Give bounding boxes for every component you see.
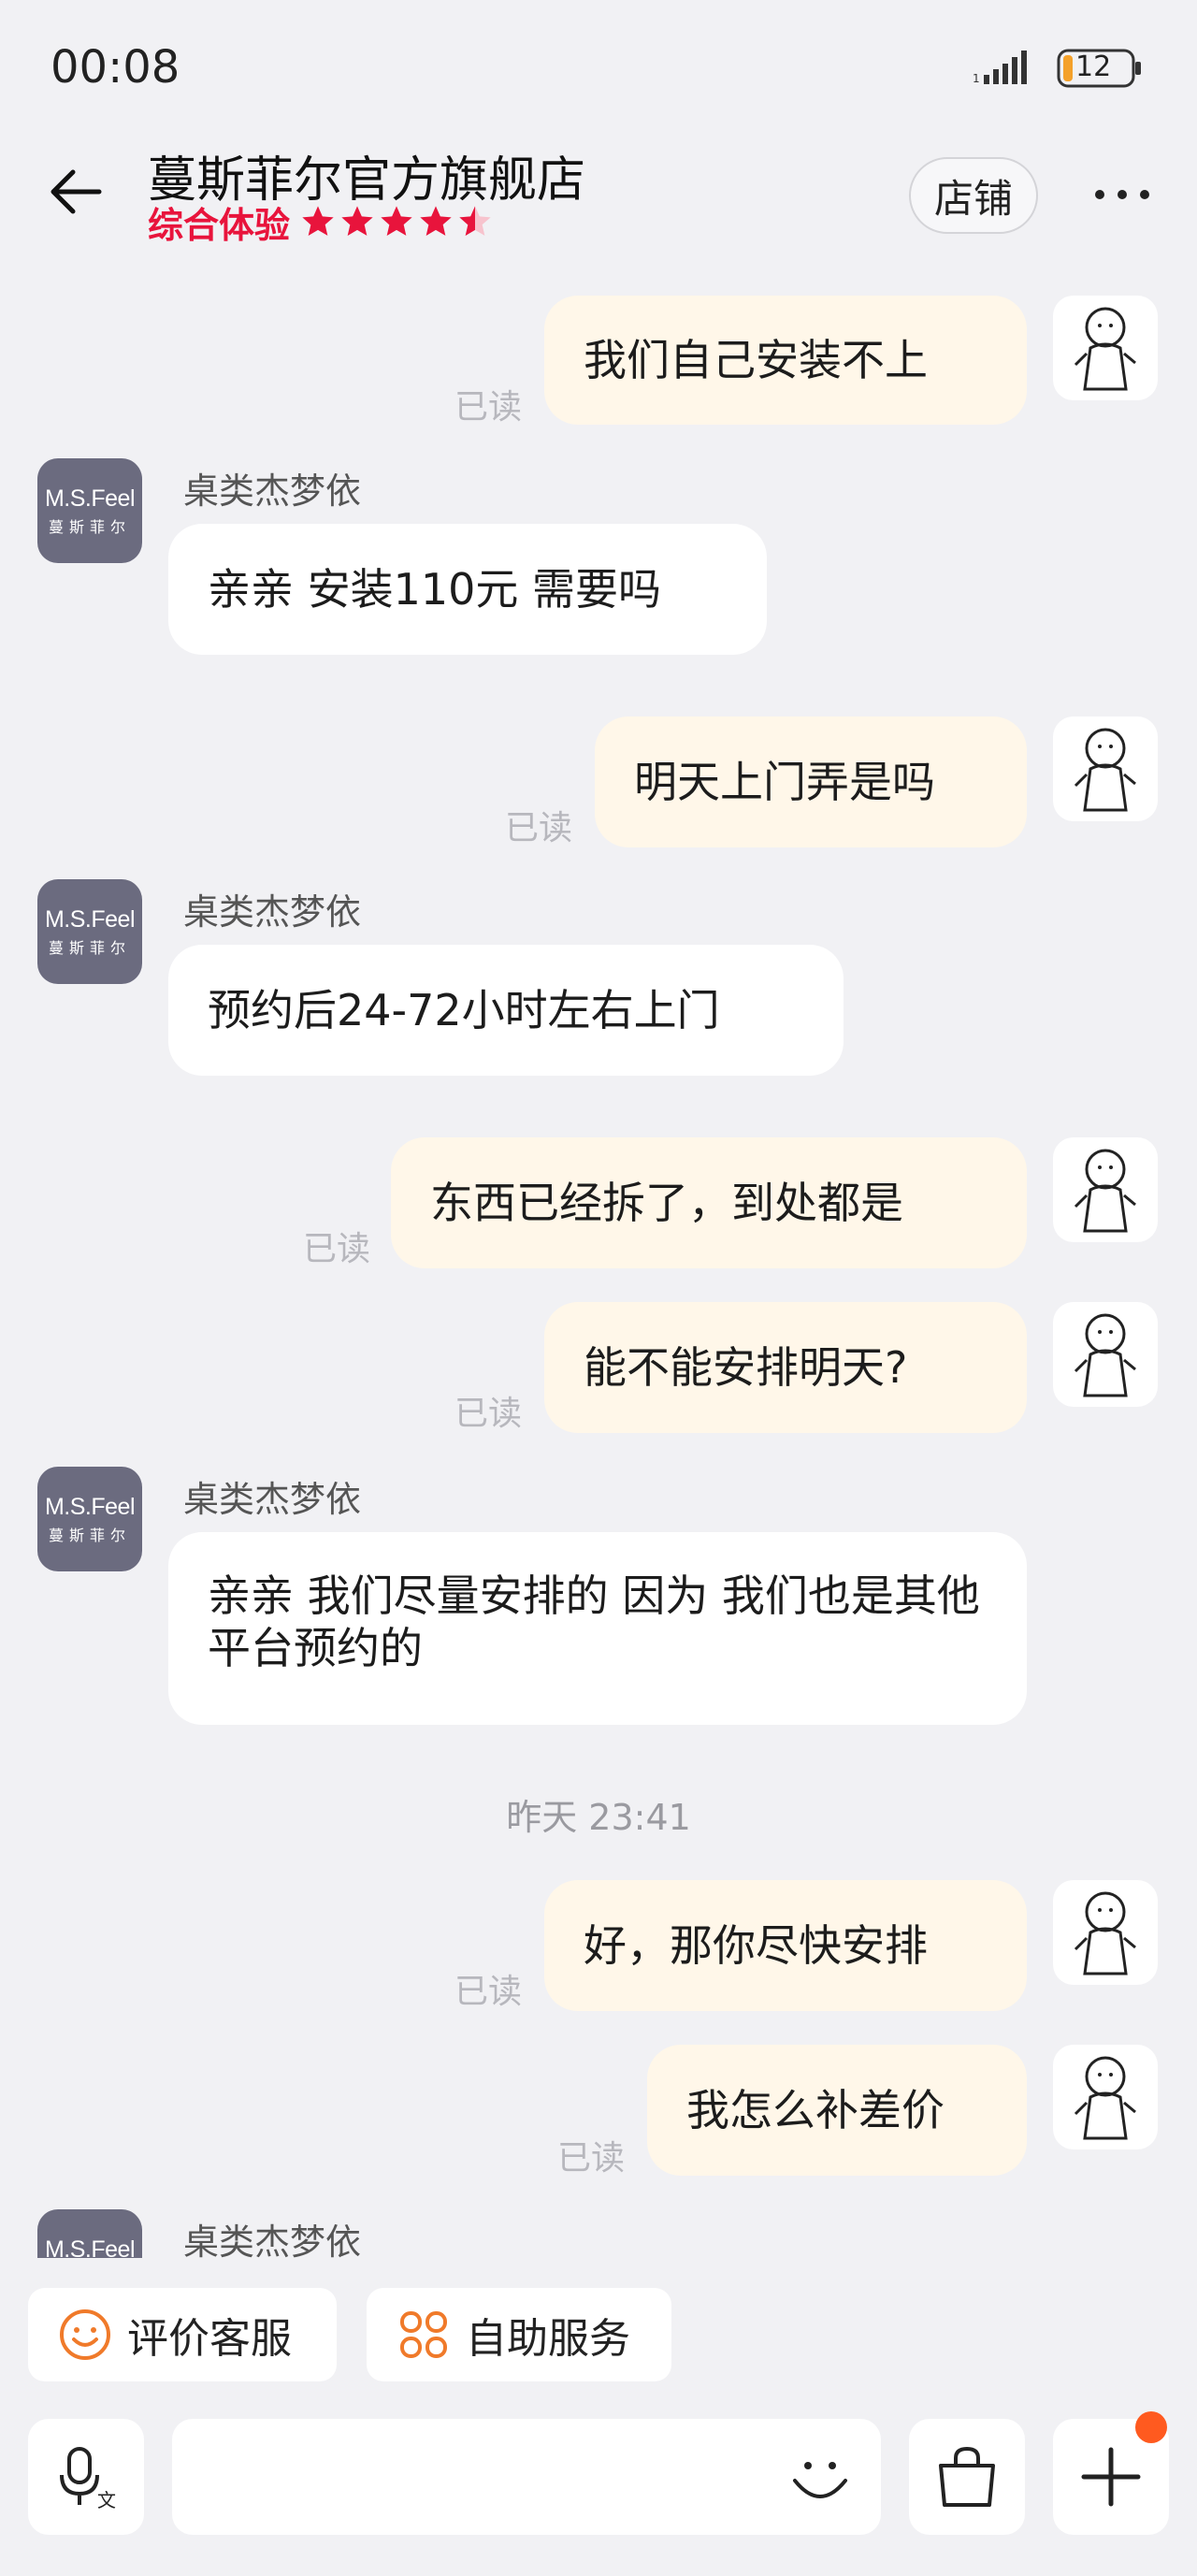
svg-text:文: 文	[97, 2489, 116, 2511]
star-icon	[302, 206, 334, 236]
rate-service-label: 评价客服	[127, 2315, 292, 2363]
notification-dot	[1135, 2411, 1167, 2443]
rating-label: 综合体验	[148, 204, 291, 246]
sketch-figure-icon	[1074, 1313, 1136, 1397]
shop-avatar[interactable]: M.S.Feel 蔓斯菲尔	[37, 879, 142, 984]
star-icon	[381, 206, 412, 236]
svg-text:1: 1	[973, 72, 980, 85]
sketch-figure-icon	[1074, 1891, 1136, 1975]
timestamp-divider: 昨天 23:41	[506, 1797, 691, 1838]
brand-logo-cn: 蔓斯菲尔	[48, 938, 131, 957]
read-receipt: 已读	[303, 1230, 371, 1268]
message-bubble-sent[interactable]: 我们自己安装不上	[544, 296, 1027, 425]
emoji-icon[interactable]	[787, 2445, 853, 2511]
message-input[interactable]	[172, 2419, 881, 2535]
my-avatar[interactable]	[1053, 296, 1158, 400]
brand-logo-text: M.S.Feel	[44, 2236, 136, 2259]
star-icon	[341, 206, 373, 236]
back-arrow-icon[interactable]	[45, 161, 107, 223]
read-receipt: 已读	[505, 809, 573, 847]
shop-avatar[interactable]: M.S.Feel 蔓斯菲尔	[37, 1467, 142, 1571]
message-bubble-received[interactable]: 预约后24-72小时左右上门	[168, 945, 844, 1076]
shop-avatar-clipped: M.S.Feel 蔓斯菲尔	[37, 2209, 142, 2258]
shopping-bag-icon	[939, 2446, 995, 2507]
self-service-button[interactable]: 自助服务	[367, 2288, 671, 2381]
shop-avatar[interactable]: M.S.Feel 蔓斯菲尔	[37, 2209, 142, 2258]
sketch-figure-icon	[1074, 2056, 1136, 2140]
brand-logo-text: M.S.Feel	[44, 905, 136, 933]
quick-actions-bar: 评价客服 自助服务	[0, 2258, 1197, 2398]
voice-input-button[interactable]: 文	[28, 2419, 144, 2535]
my-avatar[interactable]	[1053, 1880, 1158, 1985]
my-avatar[interactable]	[1053, 1137, 1158, 1242]
my-avatar[interactable]	[1053, 1302, 1158, 1407]
shop-button[interactable]: 店铺	[909, 157, 1038, 234]
read-receipt: 已读	[454, 1973, 523, 2011]
microphone-translate-icon: 文	[60, 2447, 116, 2511]
battery-level: 12	[1075, 51, 1112, 83]
brand-logo-cn: 蔓斯菲尔	[48, 1526, 131, 1544]
signal-icon: 1	[973, 51, 1027, 85]
sender-name: 桌类杰梦依	[183, 470, 362, 512]
shop-avatar[interactable]: M.S.Feel 蔓斯菲尔	[37, 458, 142, 563]
message-bubble-sent[interactable]: 我怎么补差价	[647, 2045, 1027, 2176]
more-options-icon[interactable]	[1092, 183, 1152, 206]
message-bubble-sent[interactable]: 明天上门弄是吗	[595, 716, 1027, 847]
grid-flower-icon	[400, 2311, 447, 2358]
status-bar: 00:08 1 12	[0, 0, 1197, 140]
rate-service-button[interactable]: 评价客服	[28, 2288, 337, 2381]
rating-row: 综合体验	[148, 198, 496, 246]
star-icon	[420, 206, 452, 236]
message-bubble-received[interactable]: 亲亲 我们尽量安排的 因为 我们也是其他平台预约的	[168, 1532, 1027, 1725]
plus-icon	[1081, 2447, 1141, 2507]
read-receipt: 已读	[557, 2139, 626, 2178]
my-avatar[interactable]	[1053, 716, 1158, 821]
half-star-icon	[459, 206, 491, 236]
battery-icon: 12	[1057, 49, 1143, 88]
smiley-icon	[60, 2309, 110, 2360]
chat-header: 蔓斯菲尔官方旗舰店 综合体验 店铺	[0, 140, 1197, 271]
sender-name: 桌类杰梦依	[183, 2221, 362, 2263]
sender-name: 桌类杰梦依	[183, 891, 362, 933]
brand-logo-text: M.S.Feel	[44, 1493, 136, 1520]
read-receipt: 已读	[454, 1395, 523, 1433]
rating-stars	[299, 203, 496, 240]
sender-name: 桌类杰梦依	[183, 1479, 362, 1520]
shopping-bag-button[interactable]	[909, 2419, 1025, 2535]
message-bubble-received[interactable]: 亲亲 安装110元 需要吗	[168, 524, 767, 655]
sketch-figure-icon	[1074, 307, 1136, 391]
message-bubble-sent[interactable]: 好，那你尽快安排	[544, 1880, 1027, 2011]
brand-logo-cn: 蔓斯菲尔	[48, 517, 131, 536]
brand-logo-text: M.S.Feel	[44, 485, 136, 512]
self-service-label: 自助服务	[466, 2315, 630, 2363]
read-receipt: 已读	[454, 388, 523, 427]
my-avatar[interactable]	[1053, 2045, 1158, 2149]
sketch-figure-icon	[1074, 1149, 1136, 1233]
message-bubble-sent[interactable]: 东西已经拆了，到处都是	[391, 1137, 1027, 1268]
input-bar: 文	[0, 2398, 1197, 2576]
sketch-figure-icon	[1074, 728, 1136, 812]
message-bubble-sent[interactable]: 能不能安排明天?	[544, 1302, 1027, 1433]
clock: 00:08	[50, 41, 180, 94]
